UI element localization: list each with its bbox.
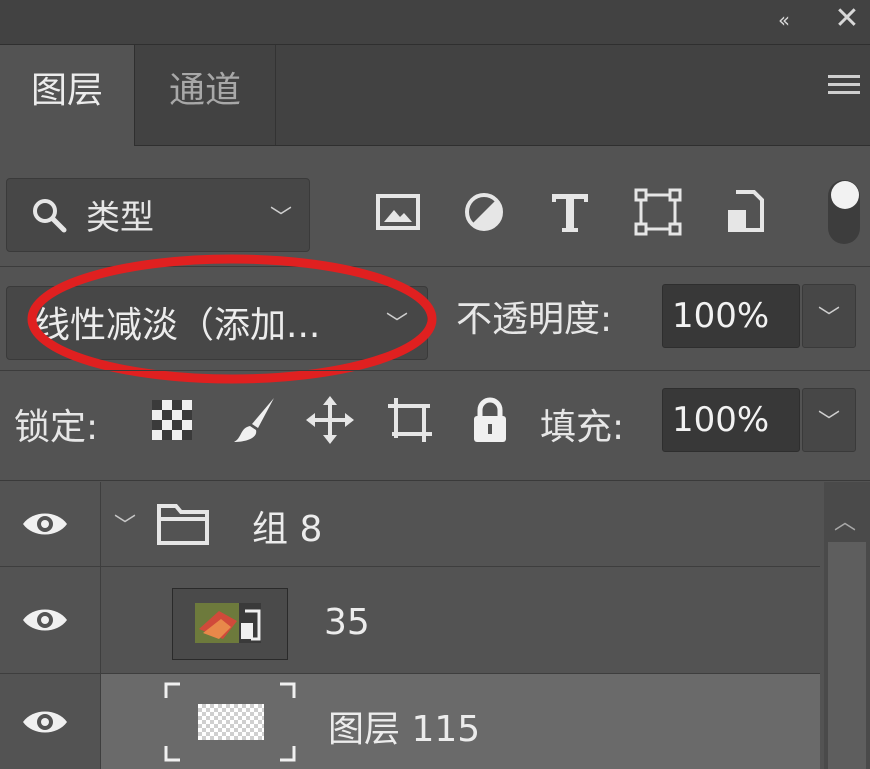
layer-name: 35 (324, 602, 370, 643)
folder-icon (157, 504, 209, 545)
search-icon (33, 199, 67, 233)
opacity-value: 100% (672, 296, 770, 336)
shape-filter-icon[interactable] (632, 186, 684, 238)
lock-label: 锁定: (14, 407, 99, 448)
fill-label: 填充: (540, 407, 625, 448)
eye-icon[interactable] (20, 508, 70, 540)
eye-icon[interactable] (20, 604, 70, 636)
layer-name: 图层 115 (328, 709, 481, 750)
divider (0, 480, 870, 481)
lock-all-icon[interactable] (464, 394, 516, 446)
adjustment-filter-icon[interactable] (458, 186, 510, 238)
chevron-down-icon[interactable]: ﹀ (114, 508, 136, 540)
panel-menu-icon[interactable] (828, 75, 860, 105)
filter-toggle-knob (831, 181, 859, 209)
close-panel-icon[interactable]: ✕ (832, 4, 862, 34)
lock-transparent-pixels-icon[interactable] (146, 394, 198, 446)
opacity-label: 不透明度: (456, 299, 613, 340)
scroll-up-icon[interactable]: ︿ (834, 504, 856, 536)
red-highlight-ellipse (27, 254, 437, 384)
eye-icon[interactable] (20, 706, 70, 738)
scrollbar-thumb[interactable] (828, 542, 866, 769)
smart-object-filter-icon[interactable] (720, 186, 772, 238)
collapse-panel-icon[interactable]: ‹‹ (768, 8, 796, 32)
layer-row-smart-object[interactable] (0, 567, 820, 674)
divider (0, 370, 870, 371)
chevron-down-icon: ﹀ (818, 306, 841, 331)
panel-titlebar (0, 0, 870, 45)
chevron-down-icon: ﹀ (818, 410, 841, 435)
tab-channels[interactable]: 通道 (135, 45, 276, 145)
layer-thumbnail (164, 682, 296, 762)
layer-name: 组 8 (252, 509, 323, 550)
smart-object-thumbnail-icon (195, 603, 261, 643)
fill-value: 100% (672, 400, 770, 440)
image-filter-icon[interactable] (372, 186, 424, 238)
chevron-down-icon: ﹀ (270, 206, 293, 231)
lock-artboard-icon[interactable] (384, 394, 436, 446)
layer-thumbnail (172, 588, 288, 660)
type-filter-icon[interactable] (544, 186, 596, 238)
filter-kind-label: 类型 (86, 198, 154, 238)
lock-image-pixels-icon[interactable] (230, 394, 282, 446)
lock-position-icon[interactable] (304, 394, 356, 446)
tab-layers[interactable]: 图层 (0, 45, 135, 146)
